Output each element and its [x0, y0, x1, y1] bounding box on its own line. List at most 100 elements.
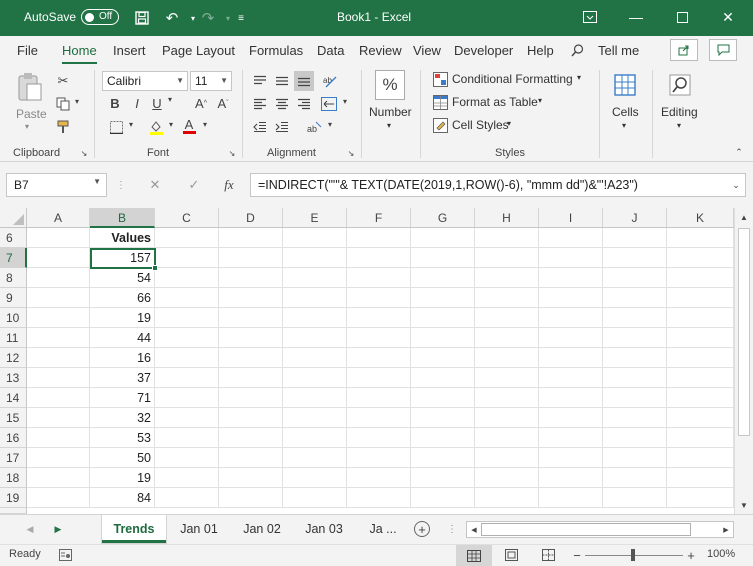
sheet-tab-trends[interactable]: Trends	[102, 515, 166, 543]
cancel-entry-icon[interactable]: ✕	[146, 176, 164, 194]
cell-a19[interactable]	[27, 488, 90, 508]
row-header-18[interactable]: 18	[0, 468, 27, 488]
cell-e17[interactable]	[283, 448, 347, 468]
row-header-8[interactable]: 8	[0, 268, 27, 288]
value-cell[interactable]: 66	[90, 288, 155, 308]
format-painter-icon[interactable]	[54, 118, 72, 136]
text-orientation-icon[interactable]: ab	[304, 118, 324, 136]
bold-button[interactable]: B	[107, 94, 123, 112]
column-header-i[interactable]: I	[539, 208, 603, 228]
cell-styles-icon[interactable]	[432, 117, 448, 133]
cell-k7[interactable]	[667, 248, 734, 268]
format-as-table-icon[interactable]	[432, 94, 448, 110]
cell-d7[interactable]	[219, 248, 283, 268]
tab-view[interactable]: View	[413, 43, 441, 58]
ribbon-display-options-icon[interactable]	[567, 0, 613, 34]
cell-a16[interactable]	[27, 428, 90, 448]
cell-c8[interactable]	[155, 268, 219, 288]
insert-function-icon[interactable]: fx	[220, 176, 238, 194]
cell-a18[interactable]	[27, 468, 90, 488]
column-header-g[interactable]: G	[411, 208, 475, 228]
editing-button[interactable]: Editing	[661, 105, 698, 119]
cut-icon[interactable]: ✂	[54, 72, 72, 90]
cell-c11[interactable]	[155, 328, 219, 348]
clipboard-launcher-icon[interactable]: ↘	[80, 149, 88, 158]
cell-k14[interactable]	[667, 388, 734, 408]
cell-i9[interactable]	[539, 288, 603, 308]
collapse-ribbon-icon[interactable]: ⌃	[733, 147, 745, 157]
cell-e12[interactable]	[283, 348, 347, 368]
cell-e15[interactable]	[283, 408, 347, 428]
cell-a12[interactable]	[27, 348, 90, 368]
value-cell[interactable]: 32	[90, 408, 155, 428]
cell-g7[interactable]	[411, 248, 475, 268]
cell-i8[interactable]	[539, 268, 603, 288]
cell-a7[interactable]	[27, 248, 90, 268]
cell-c7[interactable]	[155, 248, 219, 268]
cells-button[interactable]: Cells	[612, 105, 639, 119]
tab-split-handle-icon[interactable]: ⋮	[447, 521, 457, 537]
column-header-f[interactable]: F	[347, 208, 411, 228]
align-right-icon[interactable]	[295, 95, 313, 113]
cells-icon[interactable]	[611, 70, 639, 100]
zoom-in-icon[interactable]: +	[686, 547, 696, 563]
cell-h6[interactable]	[475, 228, 539, 248]
cell-i7[interactable]	[539, 248, 603, 268]
column-header-h[interactable]: H	[475, 208, 539, 228]
cell-i12[interactable]	[539, 348, 603, 368]
value-cell[interactable]: 37	[90, 368, 155, 388]
horizontal-scroll-thumb[interactable]	[481, 523, 691, 536]
confirm-entry-icon[interactable]: ✓	[185, 176, 203, 194]
cell-a15[interactable]	[27, 408, 90, 428]
row-header-10[interactable]: 10	[0, 308, 27, 328]
table-dropdown-icon[interactable]: ▾	[538, 96, 542, 105]
worksheet-grid[interactable]: ABCDEFGHIJK 6 Values 7 157 8 54 9 66 10 19 11 44 12 1…	[0, 208, 734, 514]
cell-e9[interactable]	[283, 288, 347, 308]
value-cell[interactable]: 50	[90, 448, 155, 468]
formula-input[interactable]: =INDIRECT("'"& TEXT(DATE(2019,1,ROW()-6)…	[250, 173, 746, 197]
row-header-19[interactable]: 19	[0, 488, 27, 508]
value-cell[interactable]: 54	[90, 268, 155, 288]
cell-e19[interactable]	[283, 488, 347, 508]
cell-a13[interactable]	[27, 368, 90, 388]
alignment-launcher-icon[interactable]: ↘	[347, 149, 355, 158]
comments-icon[interactable]	[709, 39, 737, 61]
conditional-formatting-button[interactable]: Conditional Formatting	[452, 72, 573, 86]
minimize-icon[interactable]: —	[613, 0, 659, 34]
share-icon[interactable]	[670, 39, 698, 61]
cell-d6[interactable]	[219, 228, 283, 248]
cell-d16[interactable]	[219, 428, 283, 448]
row-header-7[interactable]: 7	[0, 248, 27, 268]
cell-e16[interactable]	[283, 428, 347, 448]
cell-i11[interactable]	[539, 328, 603, 348]
cell-j10[interactable]	[603, 308, 667, 328]
column-header-d[interactable]: D	[219, 208, 283, 228]
orientation-dropdown-icon[interactable]: ▾	[325, 120, 335, 129]
font-size-select[interactable]: 11 ▼	[190, 71, 232, 91]
cell-k11[interactable]	[667, 328, 734, 348]
cell-i15[interactable]	[539, 408, 603, 428]
cell-c9[interactable]	[155, 288, 219, 308]
bottom-align-icon[interactable]	[294, 71, 314, 91]
cell-g12[interactable]	[411, 348, 475, 368]
value-cell[interactable]: 71	[90, 388, 155, 408]
scroll-right-icon[interactable]: ▶	[722, 525, 730, 535]
cell-k18[interactable]	[667, 468, 734, 488]
cell-i17[interactable]	[539, 448, 603, 468]
cell-j16[interactable]	[603, 428, 667, 448]
borders-dropdown-icon[interactable]: ▾	[126, 120, 136, 129]
cell-d11[interactable]	[219, 328, 283, 348]
cell-j12[interactable]	[603, 348, 667, 368]
cell-f10[interactable]	[347, 308, 411, 328]
column-header-k[interactable]: K	[667, 208, 734, 228]
cell-g8[interactable]	[411, 268, 475, 288]
cell-c17[interactable]	[155, 448, 219, 468]
prev-sheet-icon[interactable]: ◀	[24, 523, 36, 535]
cell-i13[interactable]	[539, 368, 603, 388]
cell-i19[interactable]	[539, 488, 603, 508]
decrease-font-size-icon[interactable]: Aˇ	[214, 94, 232, 112]
expand-formula-bar-icon[interactable]: ⌄	[731, 180, 741, 191]
cell-g6[interactable]	[411, 228, 475, 248]
cell-g18[interactable]	[411, 468, 475, 488]
increase-font-size-icon[interactable]: A ^	[192, 94, 210, 112]
